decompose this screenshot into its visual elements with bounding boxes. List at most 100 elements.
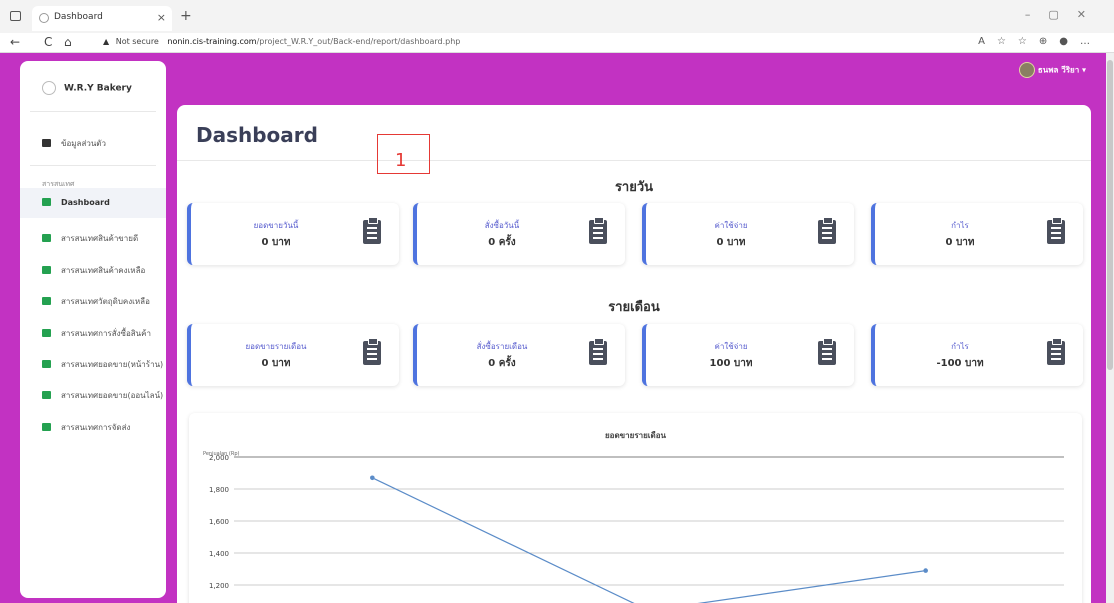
series-line bbox=[372, 477, 926, 603]
not-secure-label[interactable]: Not secure bbox=[116, 37, 159, 46]
url-path: /project_W.R.Y_out/Back-end/report/dashb… bbox=[256, 37, 461, 46]
user-menu[interactable]: ธนพล วีริยา ▾ bbox=[1018, 62, 1086, 78]
annotation-marker: 1 bbox=[377, 134, 430, 174]
browser-tab[interactable]: Dashboard × bbox=[32, 6, 172, 31]
clipboard-list-icon bbox=[1047, 217, 1065, 244]
brand-name: W.R.Y Bakery bbox=[64, 83, 132, 94]
card-label: สั่งซื้อวันนี้ bbox=[484, 221, 520, 230]
card-label: กำไร bbox=[951, 342, 969, 351]
tab-title: Dashboard bbox=[54, 12, 103, 22]
clipboard-list-icon bbox=[818, 217, 836, 244]
y-axis-label: Penjualan (Rp) bbox=[203, 451, 240, 457]
divider bbox=[177, 160, 1091, 161]
tab-close-icon[interactable]: × bbox=[157, 11, 166, 24]
tab-actions-icon[interactable] bbox=[10, 11, 21, 21]
sidebar-item-store-sales[interactable]: สารสนเทศยอดขาย(หน้าร้าน) bbox=[20, 348, 166, 378]
daily-heading: รายวัน bbox=[614, 180, 654, 195]
clipboard-list-icon bbox=[363, 217, 381, 244]
monthly-heading: รายเดือน bbox=[608, 300, 660, 315]
monthly-profit-card: กำไร -100 บาท bbox=[871, 324, 1083, 386]
y-tick-label: 1,800 bbox=[209, 486, 229, 494]
clipboard-icon bbox=[42, 234, 51, 242]
sidebar-item-label: สารสนเทศยอดขาย(ออนไลน์) bbox=[61, 391, 164, 400]
sidebar-item-bestsellers[interactable]: สารสนเทศสินค้าขายดี bbox=[20, 222, 166, 252]
scrollbar-thumb[interactable] bbox=[1107, 60, 1113, 370]
sidebar: W.R.Y Bakery ข้อมูลส่วนตัว สารสนเทศ Dash… bbox=[20, 61, 166, 598]
clipboard-list-icon bbox=[589, 217, 607, 244]
page: W.R.Y Bakery ข้อมูลส่วนตัว สารสนเทศ Dash… bbox=[0, 53, 1106, 603]
sidebar-item-material-stock[interactable]: สารสนเทศวัตถุดิบคงเหลือ bbox=[20, 285, 166, 315]
monthly-sales-card: ยอดขายรายเดือน 0 บาท bbox=[187, 324, 399, 386]
sidebar-item-shipping[interactable]: สารสนเทศการจัดส่ง bbox=[20, 411, 166, 441]
sidebar-item-dashboard[interactable]: Dashboard bbox=[20, 188, 166, 218]
card-value: 0 ครั้ง bbox=[488, 358, 516, 369]
card-value: 0 ครั้ง bbox=[488, 237, 516, 248]
daily-expense-card: ค่าใช้จ่าย 0 บาท bbox=[642, 203, 854, 265]
window-controls[interactable]: –▢✕ bbox=[1025, 8, 1104, 21]
clipboard-icon bbox=[42, 360, 51, 368]
monthly-sales-chart: 2,0001,8001,6001,4001,200Penjualan (Rp) bbox=[203, 451, 1064, 603]
sidebar-item-product-stock[interactable]: สารสนเทศสินค้าคงเหลือ bbox=[20, 254, 166, 284]
sidebar-item-orders[interactable]: สารสนเทศการสั่งซื้อสินค้า bbox=[20, 317, 166, 347]
sidebar-item-label: สารสนเทศสินค้าขายดี bbox=[61, 234, 139, 243]
new-tab-icon[interactable]: + bbox=[180, 8, 192, 24]
clipboard-list-icon bbox=[818, 338, 836, 365]
card-value: 0 บาท bbox=[716, 237, 746, 248]
clipboard-list-icon bbox=[1047, 338, 1065, 365]
monthly-sales-chart-card: ยอดขายรายเดือน 2,000 1,800 1,600 1,400 1,200… bbox=[189, 413, 1082, 603]
y-tick-label: 1,600 bbox=[209, 518, 229, 526]
sidebar-item-profile[interactable]: ข้อมูลส่วนตัว bbox=[20, 127, 166, 157]
card-label: ค่าใช้จ่าย bbox=[714, 221, 748, 230]
refresh-icon[interactable]: C bbox=[44, 35, 52, 49]
url-field[interactable]: ▲ Not secure nonin.cis-training.com/proj… bbox=[103, 37, 460, 46]
avatar bbox=[1018, 62, 1035, 78]
main-panel: Dashboard 1 รายวัน ยอดขายวันนี้ 0 บาท สั… bbox=[177, 105, 1091, 603]
brand[interactable]: W.R.Y Bakery bbox=[42, 81, 132, 95]
sidebar-item-label: สารสนเทศวัตถุดิบคงเหลือ bbox=[61, 297, 150, 306]
card-value: 0 บาท bbox=[261, 358, 291, 369]
sidebar-item-online-sales[interactable]: สารสนเทศยอดขาย(ออนไลน์) bbox=[20, 379, 166, 409]
home-icon[interactable]: ⌂ bbox=[64, 35, 72, 49]
clipboard-icon bbox=[42, 297, 51, 305]
id-card-icon bbox=[42, 139, 51, 147]
daily-sales-card: ยอดขายวันนี้ 0 บาท bbox=[187, 203, 399, 265]
divider bbox=[30, 111, 156, 112]
sidebar-item-label: สารสนเทศยอดขาย(หน้าร้าน) bbox=[61, 360, 164, 369]
card-label: ยอดขายวันนี้ bbox=[253, 221, 299, 230]
card-value: 0 บาท bbox=[945, 237, 975, 248]
tab-favicon-icon bbox=[39, 13, 49, 23]
daily-orders-card: สั่งซื้อวันนี้ 0 ครั้ง bbox=[413, 203, 625, 265]
clipboard-icon bbox=[42, 266, 51, 274]
monthly-expense-card: ค่าใช้จ่าย 100 บาท bbox=[642, 324, 854, 386]
data-point[interactable] bbox=[370, 475, 375, 481]
y-tick-label: 1,400 bbox=[209, 550, 229, 558]
card-value: 100 บาท bbox=[709, 358, 753, 369]
clipboard-icon bbox=[42, 391, 51, 399]
card-value: 0 บาท bbox=[261, 237, 291, 248]
user-name: ธนพล วีริยา ▾ bbox=[1037, 65, 1086, 75]
sidebar-item-label: สารสนเทศการสั่งซื้อสินค้า bbox=[61, 329, 151, 338]
divider bbox=[30, 165, 156, 166]
sidebar-item-label: สารสนเทศสินค้าคงเหลือ bbox=[61, 266, 146, 275]
daily-profit-card: กำไร 0 บาท bbox=[871, 203, 1083, 265]
page-title: Dashboard bbox=[196, 123, 318, 147]
clipboard-icon bbox=[42, 198, 51, 206]
y-tick-label: 1,200 bbox=[209, 582, 229, 590]
card-label: สั่งซื้อรายเดือน bbox=[476, 342, 528, 351]
data-point[interactable] bbox=[923, 568, 928, 573]
bakery-logo-icon bbox=[42, 81, 56, 95]
clipboard-list-icon bbox=[589, 338, 607, 365]
url-domain: nonin.cis-training.com bbox=[167, 37, 257, 46]
browser-tab-bar: Dashboard × + –▢✕ bbox=[0, 0, 1114, 33]
card-label: ยอดขายรายเดือน bbox=[245, 342, 307, 351]
browser-toolbar-icons[interactable]: A☆☆⊕●… bbox=[978, 36, 1102, 47]
sidebar-item-label: Dashboard bbox=[61, 198, 110, 207]
warning-icon[interactable]: ▲ bbox=[103, 37, 109, 46]
card-label: ค่าใช้จ่าย bbox=[714, 342, 748, 351]
chart-title: ยอดขายรายเดือน bbox=[604, 431, 666, 440]
monthly-orders-card: สั่งซื้อรายเดือน 0 ครั้ง bbox=[413, 324, 625, 386]
sidebar-item-label: ข้อมูลส่วนตัว bbox=[61, 139, 106, 148]
clipboard-icon bbox=[42, 423, 51, 431]
back-icon[interactable]: ← bbox=[10, 35, 20, 49]
card-label: กำไร bbox=[951, 221, 969, 230]
